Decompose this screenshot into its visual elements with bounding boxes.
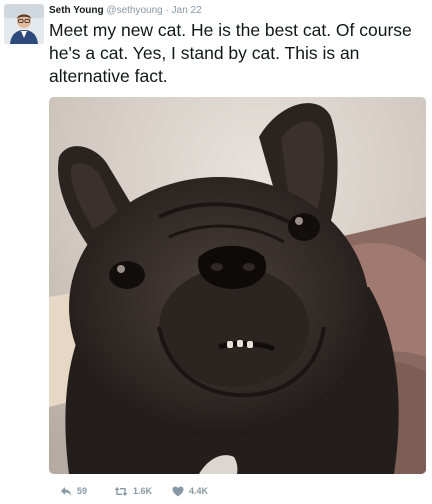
author-handle[interactable]: @sethyoung [106,5,162,16]
reply-action[interactable]: 59 [60,484,87,498]
tweet-card: Seth Young @sethyoung · Jan 22 Meet my n… [0,0,432,504]
avatar[interactable] [4,4,44,44]
photo-of-french-bulldog-icon [49,97,426,474]
heart-icon [172,486,184,496]
reply-icon [61,486,71,496]
tweet-text: Meet my new cat. He is the best cat. Of … [49,20,412,86]
tweet-photo[interactable] [49,97,426,474]
header-separator: · [165,5,169,16]
tweet-date[interactable]: Jan 22 [172,5,202,16]
like-count: 4.4K [189,486,209,496]
tweet-header: Seth Young @sethyoung · Jan 22 [49,4,202,18]
retweet-icon [114,486,128,496]
retweet-action[interactable]: 1.6K [114,484,152,498]
like-action[interactable]: 4.4K [172,484,208,498]
author-name[interactable]: Seth Young [49,5,104,16]
retweet-count: 1.6K [133,486,153,496]
avatar-image [4,4,44,44]
reply-count: 59 [77,486,88,496]
